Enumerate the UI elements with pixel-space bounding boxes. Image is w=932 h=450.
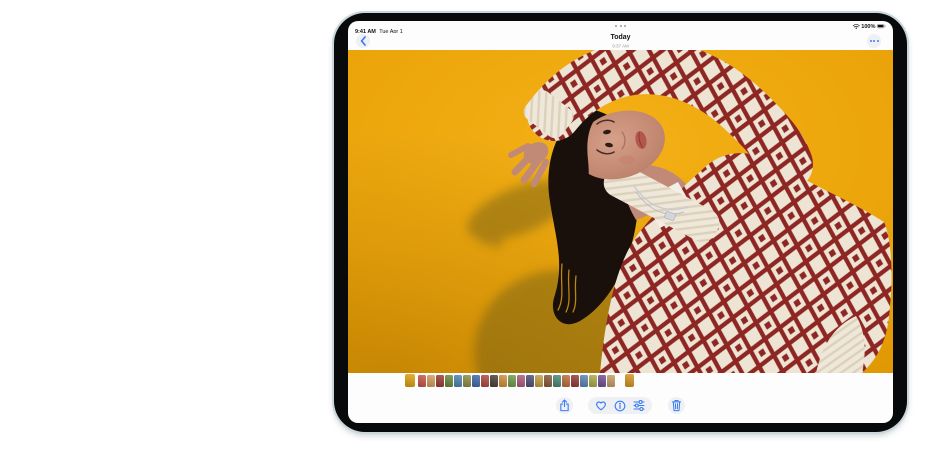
adjust-button sliders-icon[interactable] <box>633 400 645 411</box>
page-title: Today <box>462 33 778 40</box>
ipad-device-frame: 9:41 AMTue Apr 1 100% <box>334 13 907 432</box>
thumbnail[interactable] <box>526 375 534 387</box>
battery-percent: 100% <box>861 23 875 29</box>
thumbnail[interactable] <box>544 375 552 387</box>
trash-icon <box>671 399 682 412</box>
thumbnail[interactable] <box>472 375 480 387</box>
delete-button[interactable] <box>668 397 685 414</box>
thumbnail[interactable] <box>445 375 453 387</box>
nav-bar: Today 9:37 AM <box>348 33 893 50</box>
thumbnail[interactable] <box>580 375 588 387</box>
thumbnail[interactable] <box>517 375 525 387</box>
thumbnail[interactable] <box>571 375 579 387</box>
thumbnail[interactable] <box>508 375 516 387</box>
status-right-cluster: 100% <box>853 23 886 29</box>
multitasking-indicator[interactable] <box>348 25 893 27</box>
wifi-icon <box>853 23 860 29</box>
info-button info-icon[interactable] <box>614 400 626 412</box>
thumbnail[interactable] <box>481 375 489 387</box>
more-options-button[interactable] <box>867 34 881 48</box>
action-pill <box>588 397 652 414</box>
photo-timestamp: 9:37 AM <box>484 44 757 49</box>
share-icon <box>559 399 570 412</box>
ipad-screen: 9:41 AMTue Apr 1 100% <box>348 21 893 423</box>
thumbnail[interactable] <box>405 374 415 387</box>
thumbnail[interactable] <box>553 375 561 387</box>
thumbnail[interactable] <box>463 375 471 387</box>
thumbnail[interactable] <box>625 374 634 387</box>
thumbnail[interactable] <box>607 375 615 387</box>
battery-icon <box>877 24 886 29</box>
bottom-toolbar <box>348 397 893 414</box>
share-button[interactable] <box>556 397 573 414</box>
thumbnail-strip[interactable] <box>405 374 635 387</box>
thumbnail[interactable] <box>427 375 435 387</box>
thumbnail[interactable] <box>418 375 426 387</box>
thumbnail[interactable] <box>499 375 507 387</box>
favorite-button heart-icon[interactable] <box>595 400 607 411</box>
page: 9:41 AMTue Apr 1 100% <box>0 0 932 450</box>
thumbnail[interactable] <box>562 375 570 387</box>
thumbnail[interactable] <box>589 375 597 387</box>
status-bar: 9:41 AMTue Apr 1 100% <box>348 21 893 33</box>
thumbnail[interactable] <box>535 375 543 387</box>
thumbnail[interactable] <box>454 375 462 387</box>
thumbnail[interactable] <box>598 375 606 387</box>
thumbnail[interactable] <box>436 375 444 387</box>
photo-illustration <box>348 50 893 373</box>
thumbnail[interactable] <box>490 375 498 387</box>
photo-view[interactable] <box>348 50 893 373</box>
